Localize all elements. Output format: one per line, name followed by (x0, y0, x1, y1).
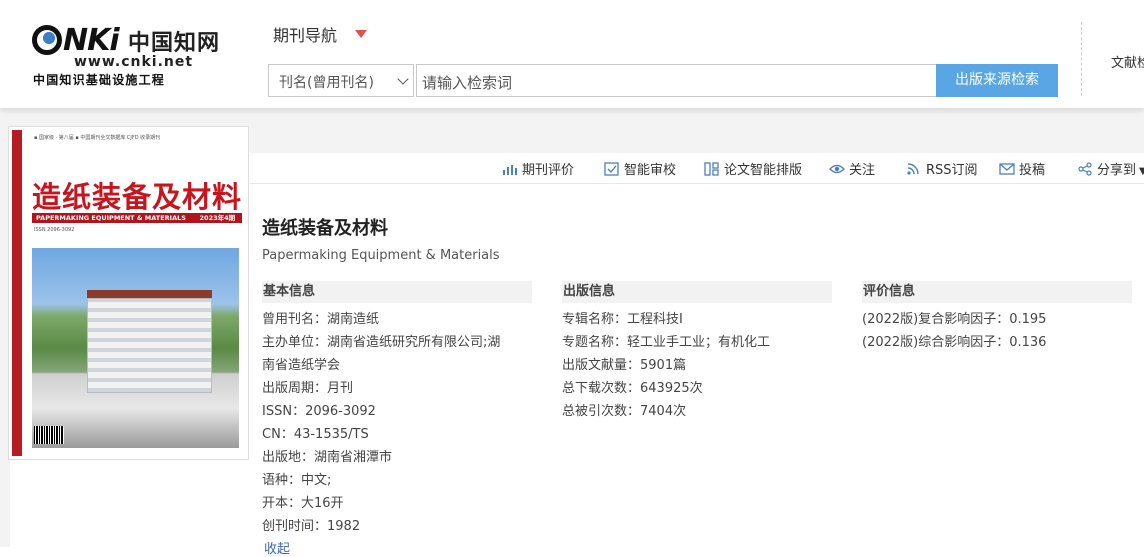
caret-down-icon[interactable] (355, 30, 367, 38)
share-button[interactable]: 分享到 ▼ (1077, 159, 1144, 178)
info-row-composite-if: (2022版)复合影响因子：0.195 (862, 312, 1047, 327)
info-row-sponsor: 主办单位：湖南省造纸研究所有限公司;湖南省造纸学会 (262, 335, 501, 373)
cover-building (87, 298, 212, 393)
smart-layout-button[interactable]: 论文智能排版 (704, 159, 802, 178)
logo-mark: NKi (32, 20, 120, 58)
cover-band: PAPERMAKING EQUIPMENT & MATERIALS 2023年4… (32, 213, 242, 223)
search-input[interactable]: 请输入检索词 (416, 64, 936, 97)
basic-info-heading: 基本信息 (262, 281, 532, 303)
layout-icon (704, 162, 720, 176)
info-row-format: 开本：大16开 (262, 496, 344, 511)
cover-header-text: ▪ 国家级 · 第八届 ▪ 中国期刊全文数据库 CJFD 收录期刊 (34, 135, 161, 141)
logo-chinese: 中国知网 (128, 30, 221, 56)
submit-paper-button[interactable]: 投稿 (999, 159, 1045, 178)
chevron-down-icon (397, 73, 409, 85)
eye-icon (829, 162, 845, 176)
info-row-cn: CN：43-1535/TS (262, 427, 369, 442)
info-row-language: 语种：中文; (262, 473, 332, 488)
chart-icon (502, 162, 518, 176)
cover-title: 造纸装备及材料 (32, 180, 243, 214)
info-row-overall-if: (2022版)综合影响因子：0.136 (862, 335, 1047, 350)
toolbar-divider (250, 183, 1144, 184)
collapse-link[interactable]: 收起 (264, 538, 290, 557)
journal-english-title: Papermaking Equipment & Materials (262, 248, 500, 263)
journal-evaluation-button[interactable]: 期刊评价 (502, 159, 574, 178)
publish-info-heading: 出版信息 (562, 281, 832, 303)
literature-search-link[interactable]: 文献检 (1111, 52, 1144, 71)
proofread-icon (604, 162, 620, 176)
cover-issn: ISSN 2096-3092 (34, 227, 75, 233)
share-icon (1077, 162, 1093, 176)
rss-subscribe-button[interactable]: RSS订阅 (906, 159, 978, 178)
smart-proofread-button[interactable]: 智能审校 (604, 159, 676, 178)
info-row-frequency: 出版周期：月刊 (262, 381, 354, 396)
info-row-founded: 创刊时间：1982 (262, 519, 361, 534)
info-row-issn: ISSN：2096-3092 (262, 404, 376, 419)
info-row-doc-count: 出版文献量：5901篇 (562, 358, 687, 373)
site-header: NKi 中国知网 www.cnki.net 中国知识基础设施工程 期刊导航 刊名… (0, 0, 1144, 108)
info-row-place: 出版地：湖南省湘潭市 (262, 450, 393, 465)
follow-button[interactable]: 关注 (829, 159, 875, 178)
rss-icon (906, 162, 922, 176)
header-divider (1081, 22, 1082, 96)
info-row-downloads: 总下载次数：643925次 (562, 381, 703, 396)
cover-barcode (34, 426, 64, 444)
search-field-select[interactable]: 刊名(曾用刊名) (268, 64, 414, 97)
logo-tagline: 中国知识基础设施工程 (33, 73, 166, 87)
info-row-topics: 专题名称：轻工业手工业；有机化工 (562, 335, 771, 350)
search-source-button[interactable]: 出版来源检索 (936, 64, 1058, 97)
info-row-series: 专辑名称：工程科技I (562, 312, 683, 327)
info-row-former-name: 曾用刊名：湖南造纸 (262, 312, 380, 327)
journal-nav-menu[interactable]: 期刊导航 (273, 22, 337, 46)
cnki-logo[interactable]: NKi 中国知网 www.cnki.net 中国知识基础设施工程 (30, 20, 220, 90)
journal-cover-image: ▪ 国家级 · 第八届 ▪ 中国期刊全文数据库 CJFD 收录期刊 造纸装备及材… (8, 126, 249, 460)
logo-url: www.cnki.net (74, 54, 194, 70)
caret-down-icon: ▼ (1139, 166, 1144, 177)
evaluation-info-heading: 评价信息 (862, 281, 1132, 303)
search-field-select-value: 刊名(曾用刊名) (279, 75, 374, 91)
mail-icon (999, 162, 1015, 176)
info-row-citations: 总被引次数：7404次 (562, 404, 687, 419)
journal-title: 造纸装备及材料 (262, 218, 388, 239)
